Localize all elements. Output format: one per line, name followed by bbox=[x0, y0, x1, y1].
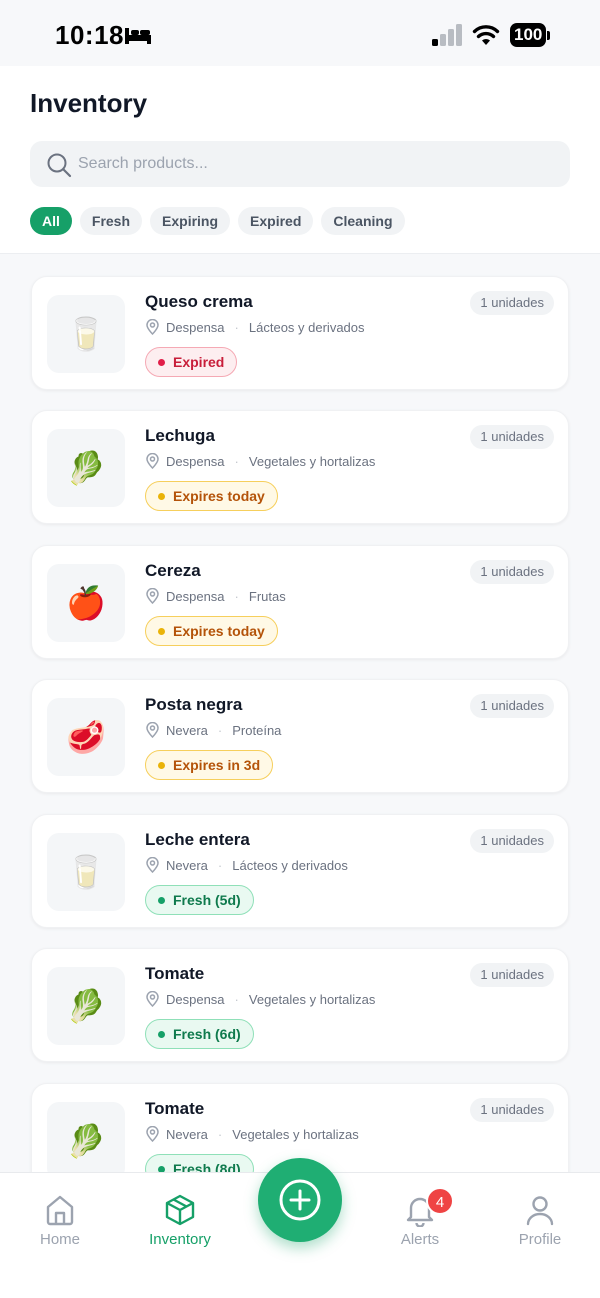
alerts-count-badge: 4 bbox=[426, 1187, 454, 1215]
quantity-badge: 1 unidades bbox=[470, 291, 554, 315]
product-category: Proteína bbox=[232, 722, 282, 738]
product-category: Vegetales y hortalizas bbox=[248, 991, 376, 1007]
battery-indicator: 100 bbox=[510, 23, 551, 47]
status-badge: Fresh (6d) bbox=[145, 1019, 254, 1049]
product-meta: Despensa · Lácteos y derivados bbox=[145, 319, 365, 335]
location-pin-icon bbox=[146, 857, 159, 873]
cellular-signal-icon bbox=[432, 24, 462, 46]
quantity-badge: 1 unidades bbox=[470, 560, 554, 584]
status-badge: Expires in 3d bbox=[145, 750, 274, 780]
home-icon bbox=[46, 1195, 74, 1226]
red-apple-icon: 🍎 bbox=[47, 564, 125, 642]
battery-level: 100 bbox=[510, 23, 547, 47]
location-pin-icon bbox=[146, 991, 159, 1007]
status-badge: Expires today bbox=[145, 616, 278, 646]
filter-chip-expired[interactable]: Expired bbox=[238, 207, 314, 235]
tab-label: Inventory bbox=[149, 1231, 211, 1248]
product-card[interactable]: 🥛 Leche entera 1 unidades Nevera · Lácteos… bbox=[31, 814, 569, 928]
quantity-badge: 1 unidades bbox=[470, 1098, 554, 1122]
milk-glass-icon: 🥛 bbox=[47, 833, 125, 911]
product-meta: Despensa · Frutas bbox=[145, 588, 286, 604]
meat-cut-icon: 🥩 bbox=[47, 698, 125, 776]
filter-chip-fresh[interactable]: Fresh bbox=[79, 207, 143, 235]
filter-chip-cleaning[interactable]: Cleaning bbox=[321, 207, 405, 235]
tab-label: Home bbox=[39, 1231, 80, 1248]
product-meta: Nevera · Lácteos y derivados bbox=[145, 857, 348, 873]
product-location: Despensa bbox=[166, 453, 225, 469]
product-location: Despensa bbox=[166, 588, 225, 604]
leafy-green-icon: 🥬 bbox=[47, 429, 125, 507]
add-icon bbox=[279, 1179, 321, 1221]
quantity-badge: 1 unidades bbox=[470, 829, 554, 853]
location-pin-icon bbox=[146, 722, 159, 738]
product-location: Despensa bbox=[166, 319, 225, 335]
product-location: Nevera bbox=[166, 722, 208, 738]
wifi-icon bbox=[472, 25, 500, 45]
product-list[interactable]: 🥛 Queso crema 1 unidades Despensa · Lácteo… bbox=[0, 255, 600, 1173]
status-time: 10:18 bbox=[55, 20, 124, 50]
status-bar: 10:18 100 bbox=[0, 0, 600, 66]
page-header: Inventory All Fresh Expiring Expired Cle… bbox=[0, 66, 600, 254]
search-input[interactable] bbox=[78, 141, 548, 187]
product-category: Lácteos y derivados bbox=[232, 857, 348, 873]
status-badge: Fresh (8d) bbox=[145, 1154, 254, 1173]
product-card[interactable]: 🥬 Tomate 1 unidades Despensa · Vegetales y… bbox=[31, 948, 569, 1062]
location-pin-icon bbox=[146, 453, 159, 469]
tab-label: Alerts bbox=[400, 1231, 440, 1248]
tab-inventory[interactable]: Inventory bbox=[130, 1193, 230, 1248]
quantity-badge: 1 unidades bbox=[470, 425, 554, 449]
quantity-badge: 1 unidades bbox=[470, 694, 554, 718]
sleep-mode-icon bbox=[125, 28, 151, 44]
location-pin-icon bbox=[146, 588, 159, 604]
product-card[interactable]: 🥛 Queso crema 1 unidades Despensa · Lácteo… bbox=[31, 276, 569, 390]
tab-label: Profile bbox=[518, 1231, 562, 1248]
page-title: Inventory bbox=[30, 88, 148, 118]
product-location: Nevera bbox=[166, 1126, 208, 1142]
leafy-green-icon: 🥬 bbox=[47, 1102, 125, 1173]
product-category: Lácteos y derivados bbox=[248, 319, 365, 335]
box-icon bbox=[165, 1194, 195, 1226]
product-name: Cereza bbox=[145, 561, 201, 580]
product-card[interactable]: 🍎 Cereza 1 unidades Despensa · Frutas Expi… bbox=[31, 545, 569, 659]
user-icon bbox=[526, 1196, 554, 1226]
status-badge: Fresh (5d) bbox=[145, 885, 254, 915]
location-pin-icon bbox=[146, 1126, 159, 1142]
product-name: Leche entera bbox=[145, 830, 250, 849]
product-category: Vegetales y hortalizas bbox=[232, 1126, 359, 1142]
product-meta: Nevera · Vegetales y hortalizas bbox=[145, 1126, 359, 1142]
product-meta: Despensa · Vegetales y hortalizas bbox=[145, 453, 375, 469]
search-icon bbox=[47, 153, 72, 178]
tab-home[interactable]: Home bbox=[10, 1193, 110, 1248]
product-card[interactable]: 🥩 Posta negra 1 unidades Nevera · Proteína… bbox=[31, 679, 569, 793]
status-badge: Expired bbox=[145, 347, 238, 377]
product-meta: Despensa · Vegetales y hortalizas bbox=[145, 991, 375, 1007]
product-name: Tomate bbox=[145, 964, 205, 983]
filter-chip-all[interactable]: All bbox=[30, 207, 72, 235]
product-location: Nevera bbox=[166, 857, 208, 873]
product-meta: Nevera · Proteína bbox=[145, 722, 281, 738]
product-card[interactable]: 🥬 Lechuga 1 unidades Despensa · Vegetales … bbox=[31, 410, 569, 524]
add-product-button[interactable] bbox=[258, 1158, 342, 1242]
product-name: Tomate bbox=[145, 1099, 205, 1118]
status-badge: Expires today bbox=[145, 481, 278, 511]
leafy-green-icon: 🥬 bbox=[47, 967, 125, 1045]
tab-alerts[interactable]: 4 Alerts bbox=[370, 1187, 470, 1248]
milk-glass-icon: 🥛 bbox=[47, 295, 125, 373]
product-category: Frutas bbox=[248, 588, 286, 604]
product-name: Queso crema bbox=[145, 292, 253, 311]
filter-chips: All Fresh Expiring Expired Cleaning bbox=[30, 207, 405, 235]
quantity-badge: 1 unidades bbox=[470, 963, 554, 987]
search-bar[interactable] bbox=[30, 141, 570, 187]
product-name: Posta negra bbox=[145, 695, 243, 714]
product-category: Vegetales y hortalizas bbox=[248, 453, 376, 469]
tab-profile[interactable]: Profile bbox=[490, 1193, 590, 1248]
product-name: Lechuga bbox=[145, 426, 215, 445]
product-location: Despensa bbox=[166, 991, 225, 1007]
filter-chip-expiring[interactable]: Expiring bbox=[150, 207, 231, 235]
location-pin-icon bbox=[146, 319, 159, 335]
